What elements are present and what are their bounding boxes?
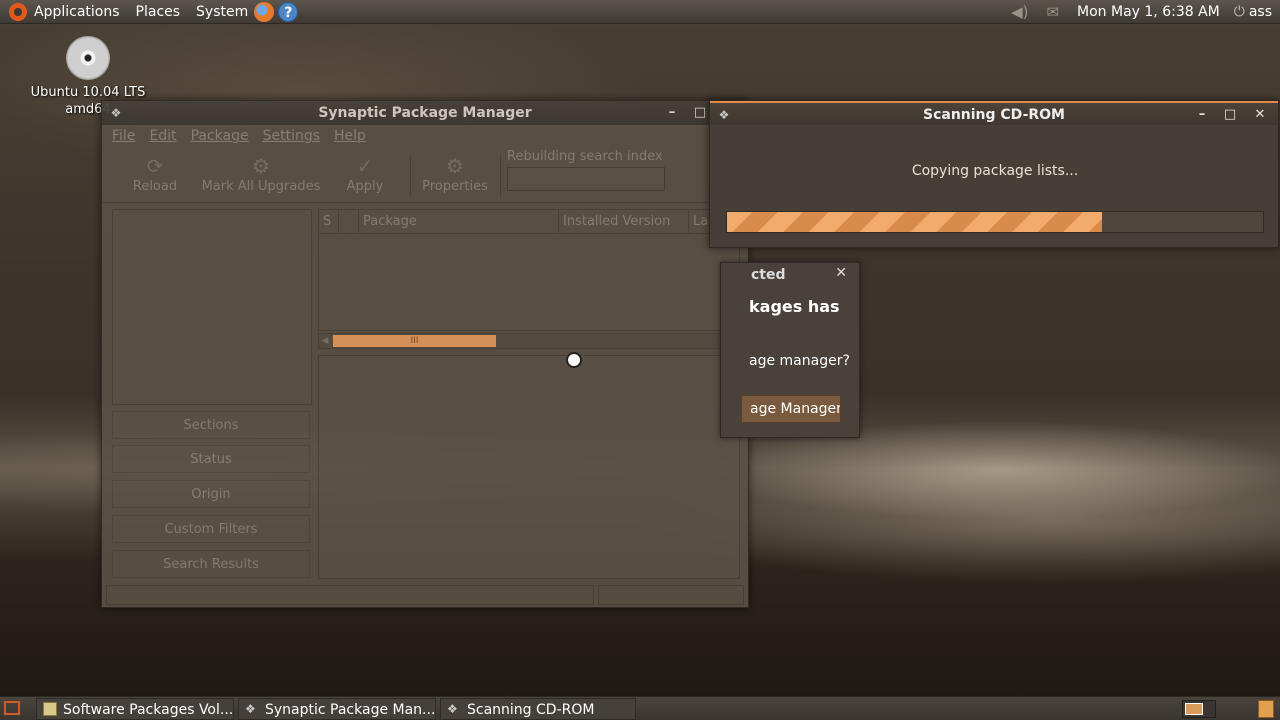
clock[interactable]: Mon May 1, 6:38 AM bbox=[1077, 4, 1220, 20]
menu-applications[interactable]: Applications bbox=[34, 4, 120, 20]
folder-icon bbox=[43, 702, 57, 716]
reload-label: Reload bbox=[132, 179, 178, 194]
synaptic-window: ❖ Synaptic Package Manager – □ File Edit… bbox=[101, 100, 749, 608]
synaptic-toolbar: ⟳ Reload ⚙ Mark All Upgrades ✓ Apply ⚙ P… bbox=[102, 147, 748, 203]
power-icon[interactable]: ⏻ bbox=[1234, 4, 1245, 20]
dialog-headline: kages has bbox=[749, 297, 840, 316]
task-label: Software Packages Vol... bbox=[63, 702, 234, 718]
active-workspace[interactable] bbox=[1185, 703, 1203, 715]
status-bar bbox=[106, 585, 594, 605]
search-results-button[interactable]: Search Results bbox=[112, 550, 310, 578]
package-table-header: S Package Installed Version Latest Versi… bbox=[319, 210, 739, 234]
show-desktop-icon[interactable] bbox=[4, 701, 20, 715]
workspace-switcher[interactable] bbox=[1182, 700, 1216, 718]
mark-all-label: Mark All Upgrades bbox=[201, 179, 321, 194]
close-button[interactable]: ✕ bbox=[1250, 103, 1270, 127]
properties-gear-icon: ⚙ bbox=[446, 154, 464, 178]
task-label: Synaptic Package Man... bbox=[265, 702, 436, 718]
scan-titlebar[interactable]: ❖ Scanning CD-ROM – □ ✕ bbox=[710, 101, 1278, 125]
scanning-cdrom-window: ❖ Scanning CD-ROM – □ ✕ Copying package … bbox=[709, 100, 1279, 248]
progress-fill bbox=[727, 212, 1103, 232]
scan-progress-bar bbox=[726, 211, 1264, 233]
package-icon: ❖ bbox=[245, 702, 256, 716]
menu-package[interactable]: Package bbox=[191, 128, 249, 144]
task-synaptic[interactable]: ❖ Synaptic Package Man... bbox=[238, 698, 436, 720]
horizontal-scrollbar[interactable]: ◀ III ▶ bbox=[318, 333, 740, 349]
synaptic-title: Synaptic Package Manager bbox=[318, 105, 532, 121]
synaptic-menubar: File Edit Package Settings Help bbox=[102, 125, 748, 147]
volume-icon[interactable]: ◀) bbox=[1011, 3, 1028, 21]
toolbar-separator bbox=[410, 155, 411, 197]
properties-button[interactable]: ⚙ Properties bbox=[418, 153, 492, 194]
open-package-manager-button[interactable]: age Manager bbox=[741, 395, 841, 423]
filter-list[interactable] bbox=[112, 209, 312, 405]
menu-edit[interactable]: Edit bbox=[149, 128, 176, 144]
maximize-button[interactable]: □ bbox=[690, 101, 710, 125]
menu-system[interactable]: System bbox=[196, 4, 248, 20]
media-detected-dialog: cted ✕ kages has age manager? age Manage… bbox=[720, 262, 860, 438]
status-bar-progress bbox=[598, 585, 744, 605]
column-installed-version[interactable]: Installed Version bbox=[559, 210, 689, 233]
synaptic-titlebar[interactable]: ❖ Synaptic Package Manager – □ bbox=[102, 101, 748, 125]
column-spacer bbox=[339, 210, 359, 233]
trash-icon[interactable] bbox=[1258, 700, 1274, 718]
search-label: Rebuilding search index bbox=[507, 149, 663, 164]
reload-button[interactable]: ⟳ Reload bbox=[130, 153, 180, 194]
quick-search-input[interactable] bbox=[507, 167, 665, 191]
close-icon[interactable]: ✕ bbox=[835, 265, 847, 281]
menu-file[interactable]: File bbox=[112, 128, 135, 144]
minimize-button[interactable]: – bbox=[1192, 103, 1212, 127]
dialog-question: age manager? bbox=[749, 353, 850, 369]
ubuntu-logo-icon[interactable] bbox=[8, 1, 28, 22]
package-icon: ❖ bbox=[110, 106, 122, 120]
column-status[interactable]: S bbox=[319, 210, 339, 233]
reload-icon: ⟳ bbox=[146, 154, 164, 178]
custom-filters-button[interactable]: Custom Filters bbox=[112, 515, 310, 543]
desktop-cd-label-line1: Ubuntu 10.04 LTS bbox=[30, 85, 146, 100]
scan-message: Copying package lists... bbox=[911, 163, 1079, 179]
properties-label: Properties bbox=[422, 179, 488, 194]
apply-button[interactable]: ✓ Apply bbox=[340, 153, 390, 194]
gear-icon: ⚙ bbox=[252, 154, 270, 178]
bottom-panel: Software Packages Vol... ❖ Synaptic Pack… bbox=[0, 696, 1280, 720]
menu-places[interactable]: Places bbox=[136, 4, 181, 20]
toolbar-separator bbox=[500, 155, 501, 197]
origin-button[interactable]: Origin bbox=[112, 480, 310, 508]
scrollbar-thumb[interactable]: III bbox=[333, 335, 496, 347]
cd-rom-icon[interactable] bbox=[66, 36, 110, 80]
maximize-button[interactable]: □ bbox=[1220, 103, 1240, 127]
mark-all-upgrades-button[interactable]: ⚙ Mark All Upgrades bbox=[196, 153, 326, 194]
column-package[interactable]: Package bbox=[359, 210, 559, 233]
task-scanning-cdrom[interactable]: ❖ Scanning CD-ROM bbox=[440, 698, 636, 720]
mail-icon[interactable]: ✉ bbox=[1046, 3, 1059, 21]
task-label: Scanning CD-ROM bbox=[467, 702, 595, 718]
scroll-left-arrow-icon[interactable]: ◀ bbox=[319, 334, 331, 348]
top-panel: Applications Places System ? ◀) ✉ Mon Ma… bbox=[0, 0, 1280, 24]
package-icon: ❖ bbox=[447, 702, 458, 716]
task-software-packages[interactable]: Software Packages Vol... bbox=[36, 698, 234, 720]
scan-title: Scanning CD-ROM bbox=[922, 107, 1065, 123]
checkmark-icon: ✓ bbox=[356, 154, 374, 178]
menu-settings[interactable]: Settings bbox=[263, 128, 320, 144]
dialog-title: cted bbox=[751, 267, 786, 283]
minimize-button[interactable]: – bbox=[662, 101, 682, 125]
firefox-icon[interactable] bbox=[254, 1, 275, 22]
menu-help[interactable]: Help bbox=[334, 128, 366, 144]
user-name[interactable]: ass bbox=[1249, 4, 1272, 20]
package-details-pane[interactable] bbox=[318, 355, 740, 579]
help-icon[interactable]: ? bbox=[278, 1, 299, 22]
apply-label: Apply bbox=[346, 179, 384, 194]
package-table[interactable]: S Package Installed Version Latest Versi… bbox=[318, 209, 740, 331]
sections-button[interactable]: Sections bbox=[112, 411, 310, 439]
package-icon: ❖ bbox=[718, 108, 730, 122]
busy-cursor-icon bbox=[566, 352, 582, 368]
status-button[interactable]: Status bbox=[112, 445, 310, 473]
